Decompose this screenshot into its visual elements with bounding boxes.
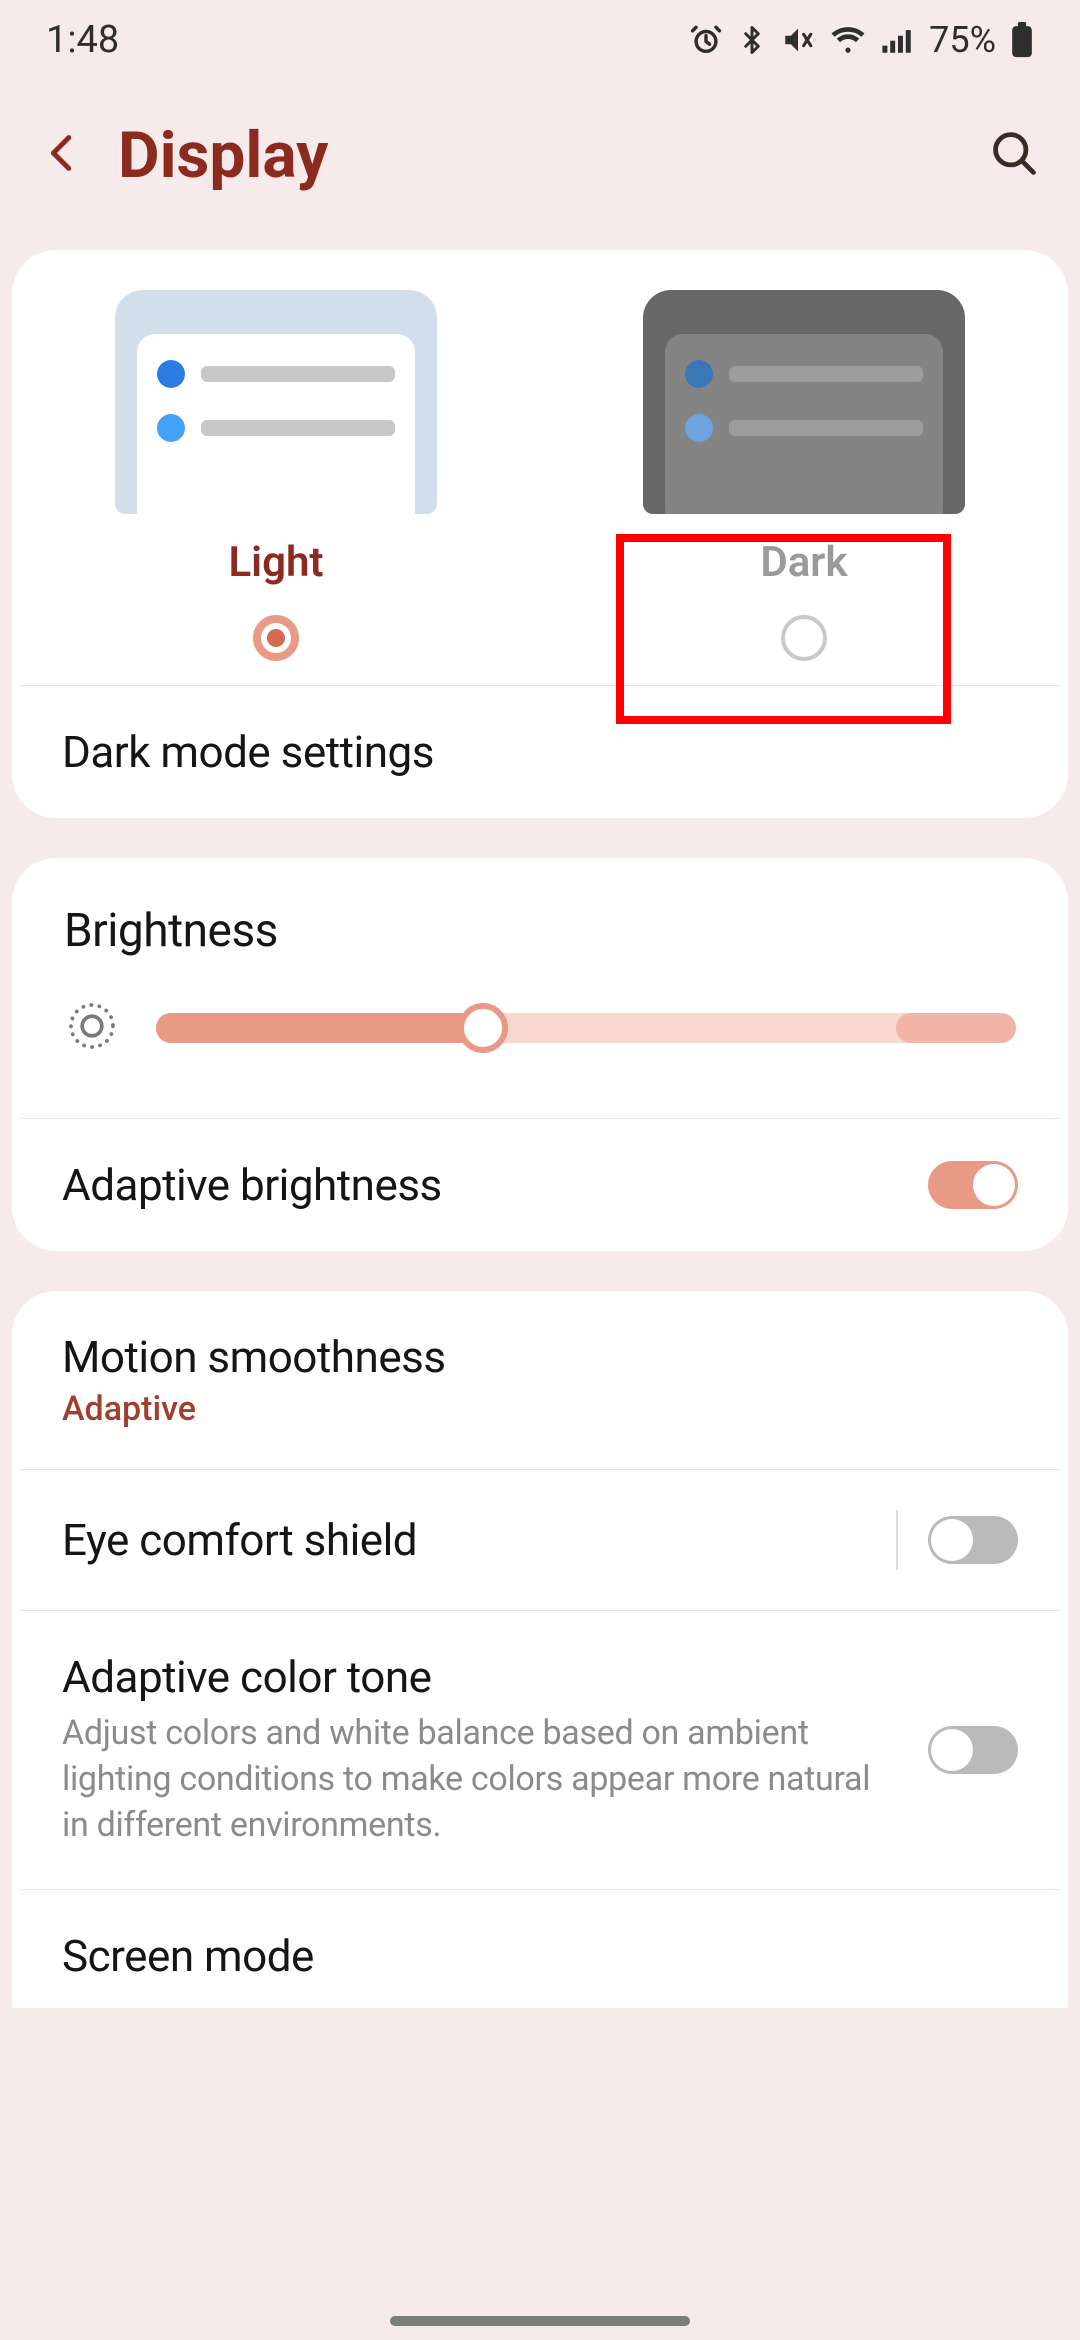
divider-vertical	[896, 1510, 898, 1570]
battery-percent: 75%	[929, 19, 996, 61]
page-title: Display	[118, 118, 988, 193]
adaptive-color-tone-desc: Adjust colors and white balance based on…	[62, 1711, 898, 1849]
screen-mode-label: Screen mode	[62, 1930, 1018, 1982]
adaptive-brightness-toggle[interactable]	[928, 1161, 1018, 1209]
adaptive-brightness-label: Adaptive brightness	[62, 1159, 928, 1211]
theme-label-dark: Dark	[760, 538, 847, 587]
eye-comfort-label: Eye comfort shield	[62, 1514, 866, 1566]
sun-icon	[64, 998, 120, 1058]
motion-smoothness-value: Adaptive	[62, 1389, 1018, 1429]
search-icon[interactable]	[988, 127, 1040, 183]
signal-icon	[881, 25, 915, 55]
eye-comfort-row[interactable]: Eye comfort shield	[12, 1470, 1068, 1610]
adaptive-brightness-row[interactable]: Adaptive brightness	[12, 1119, 1068, 1251]
radio-dark[interactable]	[781, 615, 827, 661]
status-time: 1:48	[46, 18, 119, 62]
bluetooth-icon	[737, 23, 767, 57]
alarm-icon	[689, 23, 723, 57]
theme-preview-dark	[643, 290, 965, 514]
radio-light[interactable]	[253, 615, 299, 661]
brightness-title: Brightness	[12, 858, 1068, 978]
motion-smoothness-label: Motion smoothness	[62, 1331, 1018, 1383]
theme-option-dark[interactable]: Dark	[540, 290, 1068, 685]
adaptive-color-tone-label: Adaptive color tone	[62, 1651, 898, 1703]
adaptive-color-tone-toggle[interactable]	[928, 1726, 1018, 1774]
brightness-slider[interactable]	[156, 1013, 1016, 1043]
theme-label-light: Light	[228, 538, 323, 587]
screen-mode-row[interactable]: Screen mode	[12, 1890, 1068, 2008]
battery-icon	[1010, 22, 1034, 58]
brightness-card: Brightness Adaptive brightness	[12, 858, 1068, 1251]
mute-icon	[781, 23, 815, 57]
dark-mode-settings-label: Dark mode settings	[62, 726, 1018, 778]
display-settings-card: Motion smoothness Adaptive Eye comfort s…	[12, 1291, 1068, 2008]
status-icons: 75%	[689, 19, 1034, 61]
theme-options: Light Dark	[12, 250, 1068, 685]
back-icon[interactable]	[40, 130, 86, 180]
motion-smoothness-row[interactable]: Motion smoothness Adaptive	[12, 1291, 1068, 1469]
theme-card: Light Dark Dark mode settings	[12, 250, 1068, 818]
navigation-handle[interactable]	[390, 2316, 690, 2326]
dark-mode-settings[interactable]: Dark mode settings	[12, 686, 1068, 818]
theme-preview-light	[115, 290, 437, 514]
brightness-overdrive	[896, 1013, 1016, 1043]
wifi-icon	[829, 25, 867, 55]
brightness-control	[12, 978, 1068, 1118]
page-header: Display	[0, 80, 1080, 240]
brightness-fill	[156, 1013, 483, 1043]
brightness-thumb[interactable]	[458, 1003, 508, 1053]
adaptive-color-tone-row[interactable]: Adaptive color tone Adjust colors and wh…	[12, 1611, 1068, 1889]
theme-option-light[interactable]: Light	[12, 290, 540, 685]
eye-comfort-toggle[interactable]	[928, 1516, 1018, 1564]
status-bar: 1:48 75%	[0, 0, 1080, 80]
